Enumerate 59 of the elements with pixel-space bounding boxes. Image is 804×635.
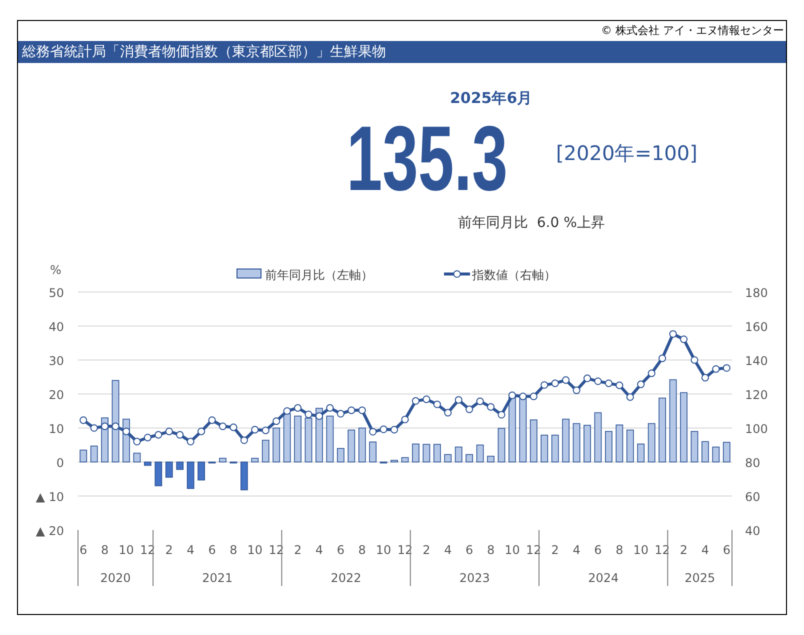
axis-label: 6 [594,543,602,557]
axis-label: 40 [48,320,64,334]
axis-label: 4 [444,543,452,557]
axis-label: 50 [48,286,64,300]
axis-label: 2024 [588,571,619,585]
axis-label: 4 [186,543,194,557]
axis-label: 20 [48,388,64,402]
axis-unit: % [50,263,62,277]
axis-label: 180 [745,286,768,300]
axis-label: ▲ 10 [36,490,64,504]
axis-label: 4 [701,543,710,557]
axis-label: 6 [80,543,88,557]
axis-label: 8 [358,543,366,557]
axis-label: 4 [572,543,580,557]
base-note: [2020年=100] [556,140,698,166]
legend-label: 前年同月比（左軸） [265,268,373,282]
legend-swatch [236,268,262,278]
axis-label: 2 [165,543,173,557]
axis-label: 10 [48,422,64,436]
axis-label: 8 [100,543,109,557]
axis-label: 2023 [459,571,490,585]
axis-label: 2020 [100,571,131,585]
axis-label: 10 [633,543,648,557]
change-note: 前年同月比 6.0 %上昇 [458,214,605,232]
legend-label: 指数値（右軸） [472,268,556,282]
axis-label: ▲ 20 [36,524,64,538]
axis-label: 40 [745,524,760,538]
axis-label: 60 [745,490,760,504]
axis-label: 160 [745,320,768,334]
legend-line-icon [444,270,470,278]
axis-label: 0 [56,456,64,470]
title-bar: 総務省統計局「消費者物価指数（東京都区部）」生鮮果物 [18,41,786,63]
axis-label: 2021 [202,571,233,585]
axis-label: 10 [118,543,134,557]
axis-label: 8 [616,543,624,557]
axis-label: 2 [551,543,559,557]
axis-label: 2022 [330,571,362,585]
axis-label: 10 [504,543,520,557]
axis-label: 6 [336,543,344,557]
axis-label: 2 [422,543,430,557]
axis-label: 30 [48,354,64,368]
axis-label: 10 [247,543,263,557]
axis-label: 120 [745,388,768,402]
axis-label: 2 [680,543,688,557]
period-label: 2025年6月 [450,89,532,108]
axis-label: 140 [745,354,768,368]
axis-label: 80 [745,456,760,470]
axis-label: 6 [208,543,216,557]
axis-label: 100 [745,422,768,436]
axis-label: 4 [315,543,324,557]
axis-label: 2 [294,543,302,557]
axis-label: 8 [230,543,238,557]
axis-label: 8 [486,543,495,557]
copyright-text: © 株式会社 アイ・エヌ情報センター [600,23,785,39]
axis-label: 6 [722,543,730,557]
index-value: 135.3 [346,117,508,201]
axis-label: 2025 [684,571,716,585]
axis-label: 10 [376,543,392,557]
axis-label: 6 [466,543,474,557]
